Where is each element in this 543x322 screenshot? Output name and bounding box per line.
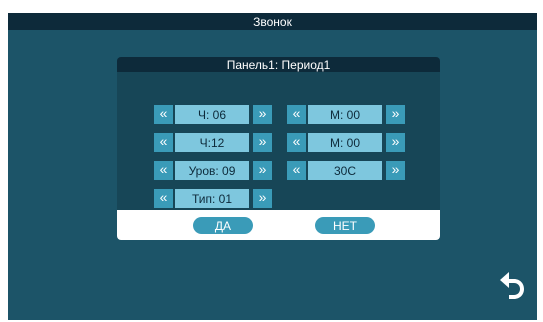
return-arrow-icon[interactable] (496, 268, 528, 300)
yes-button[interactable]: ДА (193, 217, 253, 234)
schedule-dialog: Панель1: Период1 « Ч: 06 » « М: 00 » « Ч… (117, 57, 440, 240)
hour-start-decrease-button[interactable]: « (154, 105, 173, 124)
duration-decrease-button[interactable]: « (287, 161, 306, 180)
duration-increase-button[interactable]: » (386, 161, 405, 180)
screen: Звонок Панель1: Период1 « Ч: 06 » « М: 0… (8, 13, 537, 320)
minute-end-field: М: 00 (308, 133, 382, 152)
dialog-title: Панель1: Период1 (117, 57, 440, 72)
minute-start-increase-button[interactable]: » (386, 105, 405, 124)
minute-start-decrease-button[interactable]: « (287, 105, 306, 124)
duration-field: 30С (308, 161, 382, 180)
hour-end-increase-button[interactable]: » (253, 133, 272, 152)
dialog-body: « Ч: 06 » « М: 00 » « Ч:12 » « М: 00 » «… (117, 72, 440, 210)
minute-end-decrease-button[interactable]: « (287, 133, 306, 152)
level-decrease-button[interactable]: « (154, 161, 173, 180)
no-button[interactable]: НЕТ (315, 217, 375, 234)
hour-end-decrease-button[interactable]: « (154, 133, 173, 152)
hour-start-increase-button[interactable]: » (253, 105, 272, 124)
level-increase-button[interactable]: » (253, 161, 272, 180)
window-title: Звонок (8, 13, 537, 30)
minute-start-field: М: 00 (308, 105, 382, 124)
hour-start-field: Ч: 06 (175, 105, 249, 124)
type-field: Тип: 01 (175, 189, 249, 208)
type-decrease-button[interactable]: « (154, 189, 173, 208)
dialog-footer: ДА НЕТ (117, 210, 440, 240)
hour-end-field: Ч:12 (175, 133, 249, 152)
minute-end-increase-button[interactable]: » (386, 133, 405, 152)
level-field: Уров: 09 (175, 161, 249, 180)
type-increase-button[interactable]: » (253, 189, 272, 208)
